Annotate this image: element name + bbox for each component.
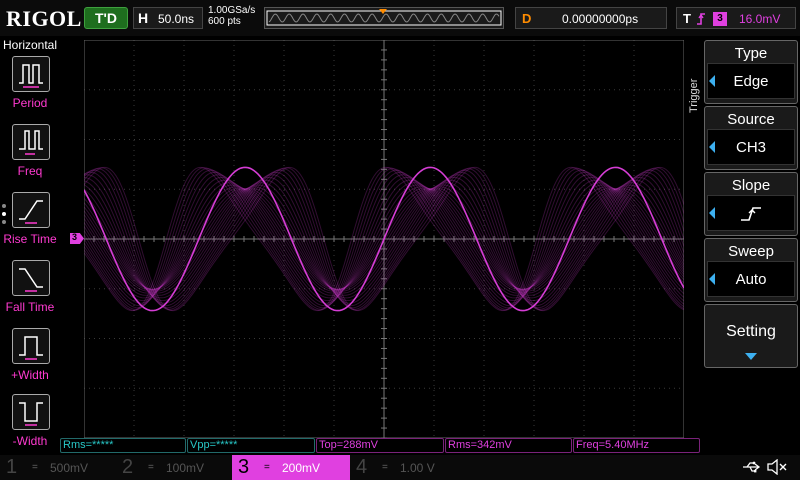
channel-number: 1	[6, 456, 18, 478]
channel-scale: 100mV	[166, 461, 205, 475]
coupling-icon: =	[264, 462, 270, 473]
memory-overview-waveform	[266, 9, 502, 26]
measurement-item[interactable]: Vpp=*****	[187, 438, 315, 453]
brand-logo: RIGOL	[6, 6, 82, 31]
period-icon	[12, 56, 50, 92]
trigger-menu: Trigger Type Edge Source CH3 Slope Sweep…	[686, 36, 800, 456]
slope-value	[707, 195, 795, 231]
timebase-value: 50.0ns	[158, 12, 195, 26]
left-arrow-icon	[709, 207, 715, 219]
period-label: Period	[12, 96, 48, 110]
channel-bar: 1 = 500mV 2 = 100mV 3 = 200mV 4 = 1.00 V	[0, 455, 800, 480]
freq-label: Freq	[17, 164, 43, 178]
rising-edge-icon	[741, 207, 761, 221]
trigger-box[interactable]: T 3 16.0mV	[676, 7, 796, 29]
source-value: CH3	[707, 129, 795, 165]
delay-box[interactable]: D 0.00000000ps	[515, 7, 667, 29]
trigger-setting-softkey[interactable]: Setting	[704, 304, 798, 368]
chevron-down-icon	[745, 353, 757, 360]
channel-number: 3	[238, 456, 250, 478]
fall-time-icon	[12, 260, 50, 296]
acquisition-info: 1.00GSa/s 600 pts	[208, 5, 255, 27]
speaker-mute-icon[interactable]	[766, 459, 788, 475]
coupling-icon: =	[148, 462, 154, 473]
timebase-box[interactable]: H 50.0ns	[133, 7, 203, 29]
channel-2-status[interactable]: 2 = 100mV	[116, 455, 234, 480]
measure-positive-width-button[interactable]: +Width	[0, 328, 60, 394]
setting-label: Setting	[726, 323, 776, 340]
frequency-icon	[12, 124, 50, 160]
left-arrow-icon	[709, 141, 715, 153]
memory-overview-strip[interactable]	[264, 7, 504, 29]
channel-number: 4	[356, 456, 368, 478]
slope-label: Slope	[731, 177, 771, 194]
sweep-value: Auto	[707, 261, 795, 297]
measure-fall-time-button[interactable]: Fall Time	[0, 260, 60, 326]
coupling-icon: =	[382, 462, 388, 473]
channel-1-status[interactable]: 1 = 500mV	[0, 455, 118, 480]
type-value: Edge	[707, 63, 795, 99]
trigger-sweep-softkey[interactable]: Sweep Auto	[704, 238, 798, 302]
memory-depth: 600 pts	[208, 16, 241, 27]
panel-title: Horizontal	[2, 38, 58, 52]
measurement-bar: Rms=***** Vpp=***** Top=288mV Rms=342mV …	[60, 438, 700, 454]
usb-icon	[743, 461, 761, 473]
sample-rate: 1.00GSa/s	[208, 5, 256, 16]
measure-rise-time-button[interactable]: Rise Time	[0, 192, 60, 258]
trigger-label: T	[683, 11, 691, 26]
waveform-grid	[84, 40, 684, 438]
measure-period-button[interactable]: Period	[0, 56, 60, 122]
measure-negative-width-button[interactable]: -Width	[0, 394, 60, 460]
sweep-label: Sweep	[728, 243, 774, 260]
trigger-source-softkey[interactable]: Source CH3	[704, 106, 798, 170]
measure-frequency-button[interactable]: Freq	[0, 124, 60, 190]
delay-value: 0.00000000ps	[562, 12, 639, 26]
type-label: Type	[734, 45, 768, 62]
measure-panel: Horizontal Period Freq Rise Time Fall Ti…	[0, 36, 60, 456]
negative-width-icon	[12, 394, 50, 430]
channel-number: 2	[122, 456, 134, 478]
measurement-item[interactable]: Freq=5.40MHz	[573, 438, 700, 453]
trigger-slope-softkey[interactable]: Slope	[704, 172, 798, 236]
measurement-item[interactable]: Top=288mV	[316, 438, 444, 453]
left-arrow-icon	[709, 273, 715, 285]
run-status-badge[interactable]: T'D	[84, 7, 128, 29]
rise-time-icon	[12, 192, 50, 228]
channel-offset-marker[interactable]: 3	[70, 233, 84, 244]
channel-scale: 1.00 V	[400, 461, 435, 475]
source-label: Source	[727, 111, 775, 128]
trigger-source-badge: 3	[713, 12, 727, 26]
left-arrow-icon	[709, 75, 715, 87]
trigger-edge-icon	[697, 13, 705, 25]
top-status-bar: RIGOL T'D H 50.0ns 1.00GSa/s 600 pts D 0…	[0, 0, 800, 36]
delay-label: D	[522, 11, 532, 26]
channel-3-status[interactable]: 3 = 200mV	[232, 455, 350, 480]
waveform-display[interactable]	[84, 40, 684, 438]
trigger-level: 16.0mV	[739, 12, 781, 26]
menu-title: Trigger	[688, 78, 700, 114]
positive-width-icon	[12, 328, 50, 364]
trigger-type-softkey[interactable]: Type Edge	[704, 40, 798, 104]
channel-4-status[interactable]: 4 = 1.00 V	[350, 455, 468, 480]
horizontal-label: H	[138, 10, 149, 26]
measurement-item[interactable]: Rms=*****	[60, 438, 186, 453]
channel-scale: 500mV	[50, 461, 89, 475]
negative-width-label: -Width	[12, 434, 48, 448]
channel-scale: 200mV	[282, 461, 321, 475]
rise-time-label: Rise Time	[3, 232, 57, 246]
measurement-item[interactable]: Rms=342mV	[445, 438, 572, 453]
fall-time-label: Fall Time	[5, 300, 55, 314]
coupling-icon: =	[32, 462, 38, 473]
positive-width-label: +Width	[11, 368, 49, 382]
